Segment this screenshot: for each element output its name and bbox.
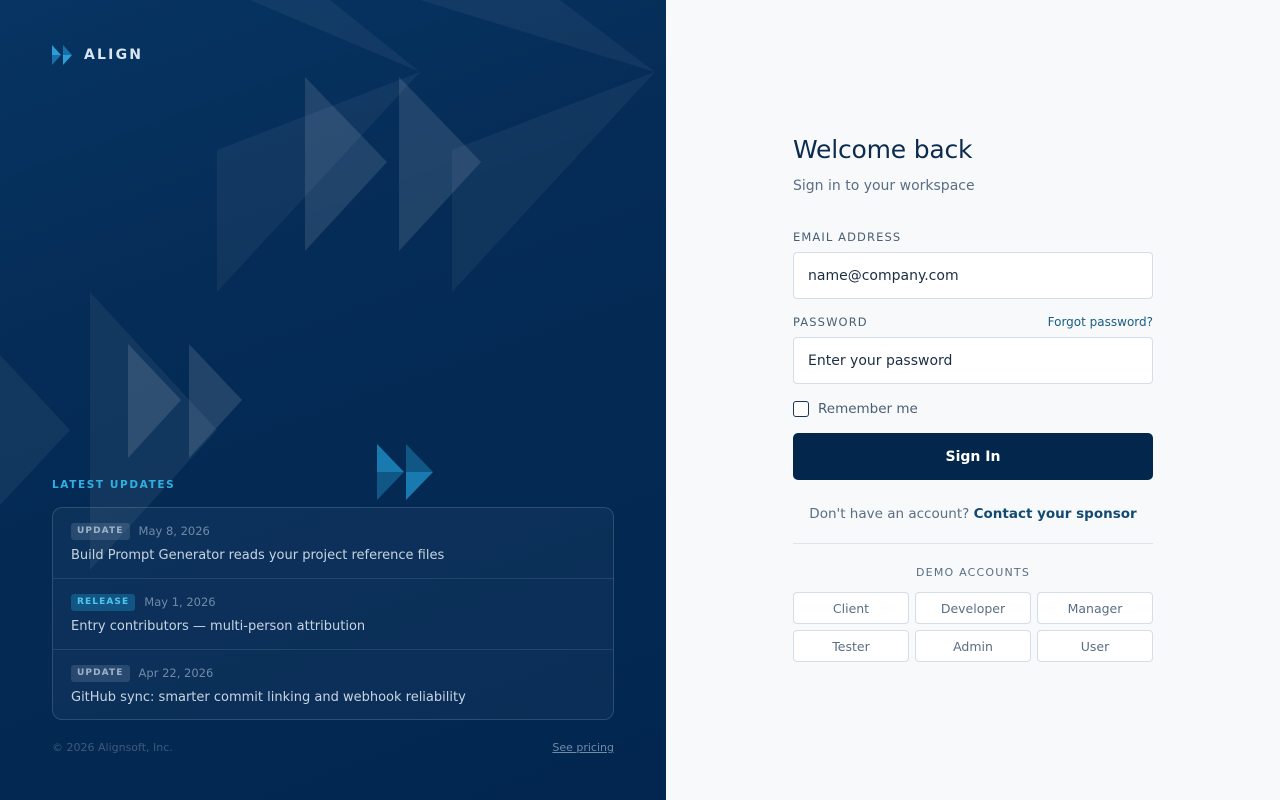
demo-developer-button[interactable]: Developer (915, 592, 1031, 624)
page-subtitle: Sign in to your workspace (793, 178, 975, 194)
update-date: May 1, 2026 (144, 595, 216, 609)
release-tag: RELEASE (71, 593, 136, 611)
update-date: Apr 22, 2026 (138, 666, 214, 680)
email-field[interactable] (793, 252, 1153, 299)
update-title: Build Prompt Generator reads your projec… (71, 548, 445, 563)
login-form: Welcome back Sign in to your workspace E… (793, 133, 1153, 662)
divider (793, 543, 1153, 544)
double-chevron-right-icon (52, 45, 72, 65)
latest-updates-heading: LATEST UPDATES (52, 479, 176, 491)
password-label: PASSWORD (793, 315, 868, 329)
copyright-text: © 2026 Alignsoft, Inc. (52, 741, 173, 754)
update-title: GitHub sync: smarter commit linking and … (71, 690, 466, 705)
demo-accounts-heading: DEMO ACCOUNTS (916, 566, 1030, 579)
brand-name: ALIGN (84, 47, 144, 63)
brand-panel: ALIGN LATEST UPDATES UPDATE May 8, 2026 … (0, 0, 666, 800)
demo-client-button[interactable]: Client (793, 592, 909, 624)
see-pricing-link[interactable]: See pricing (552, 741, 614, 754)
forgot-password-link[interactable]: Forgot password? (1048, 315, 1153, 329)
login-panel: Welcome back Sign in to your workspace E… (666, 0, 1280, 800)
demo-accounts-grid: Client Developer Manager Tester Admin Us… (793, 592, 1153, 662)
remember-me-row[interactable]: Remember me (793, 400, 1153, 417)
small-chevron-mark (377, 444, 433, 500)
updates-list: UPDATE May 8, 2026 Build Prompt Generato… (52, 507, 614, 720)
list-item[interactable]: UPDATE Apr 22, 2026 GitHub sync: smarter… (53, 650, 613, 719)
demo-tester-button[interactable]: Tester (793, 630, 909, 662)
no-account-text: Don't have an account? (809, 506, 970, 522)
demo-admin-button[interactable]: Admin (915, 630, 1031, 662)
update-tag: UPDATE (71, 664, 130, 682)
update-tag: UPDATE (71, 522, 130, 540)
demo-manager-button[interactable]: Manager (1037, 592, 1153, 624)
page-title: Welcome back (793, 135, 973, 164)
update-title: Entry contributors — multi-person attrib… (71, 619, 366, 634)
demo-user-button[interactable]: User (1037, 630, 1153, 662)
password-field[interactable] (793, 337, 1153, 384)
brand-logo[interactable]: ALIGN (52, 44, 143, 66)
update-date: May 8, 2026 (138, 524, 210, 538)
list-item[interactable]: UPDATE May 8, 2026 Build Prompt Generato… (53, 508, 613, 579)
email-label: EMAIL ADDRESS (793, 230, 902, 244)
remember-me-label[interactable]: Remember me (818, 401, 918, 417)
no-account-row: Don't have an account? Contact your spon… (793, 505, 1153, 523)
contact-sponsor-link[interactable]: Contact your sponsor (974, 506, 1137, 522)
remember-me-checkbox[interactable] (793, 400, 809, 417)
list-item[interactable]: RELEASE May 1, 2026 Entry contributors —… (53, 579, 613, 650)
sign-in-button[interactable]: Sign In (793, 433, 1153, 480)
